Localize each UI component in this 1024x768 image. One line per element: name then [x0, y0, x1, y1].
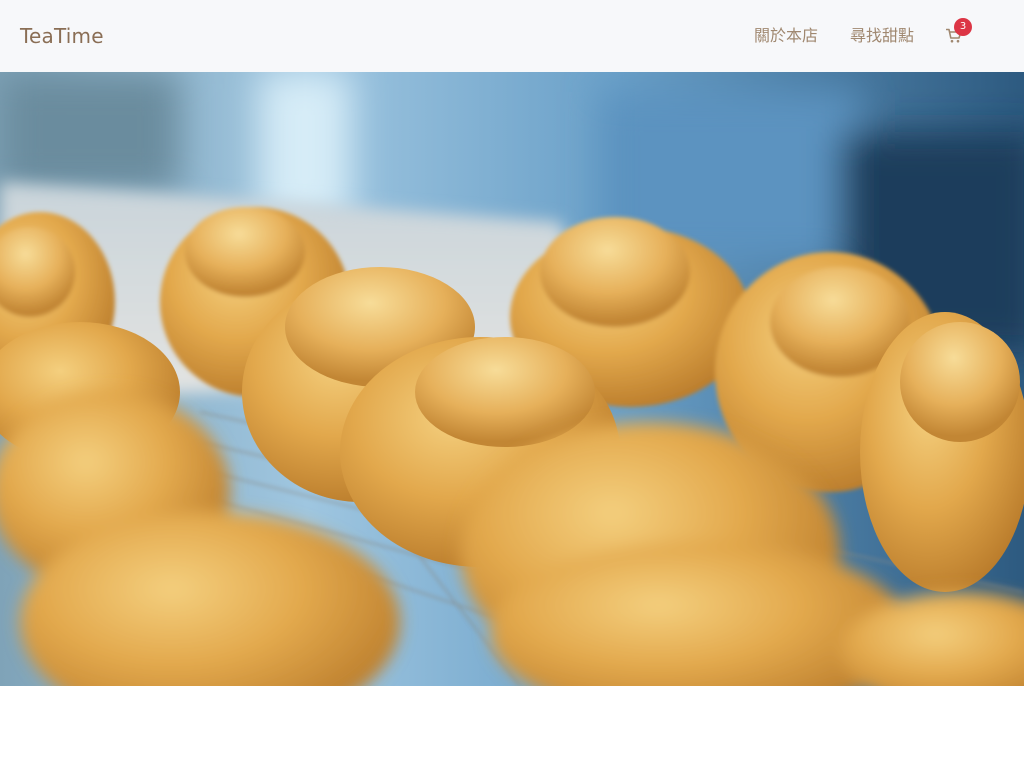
hero-image [0, 72, 1024, 686]
cream-puffs-photo [0, 72, 1024, 686]
navbar: TeaTime 關於本店 尋找甜點 3 [0, 0, 1024, 72]
nav-links: 關於本店 尋找甜點 3 [754, 18, 972, 50]
cart-button[interactable]: 3 [946, 18, 972, 50]
brand-logo[interactable]: TeaTime [20, 22, 104, 50]
nav-link-about[interactable]: 關於本店 [754, 22, 818, 50]
nav-link-find-desserts[interactable]: 尋找甜點 [850, 22, 914, 50]
cart-count-badge: 3 [954, 18, 972, 36]
